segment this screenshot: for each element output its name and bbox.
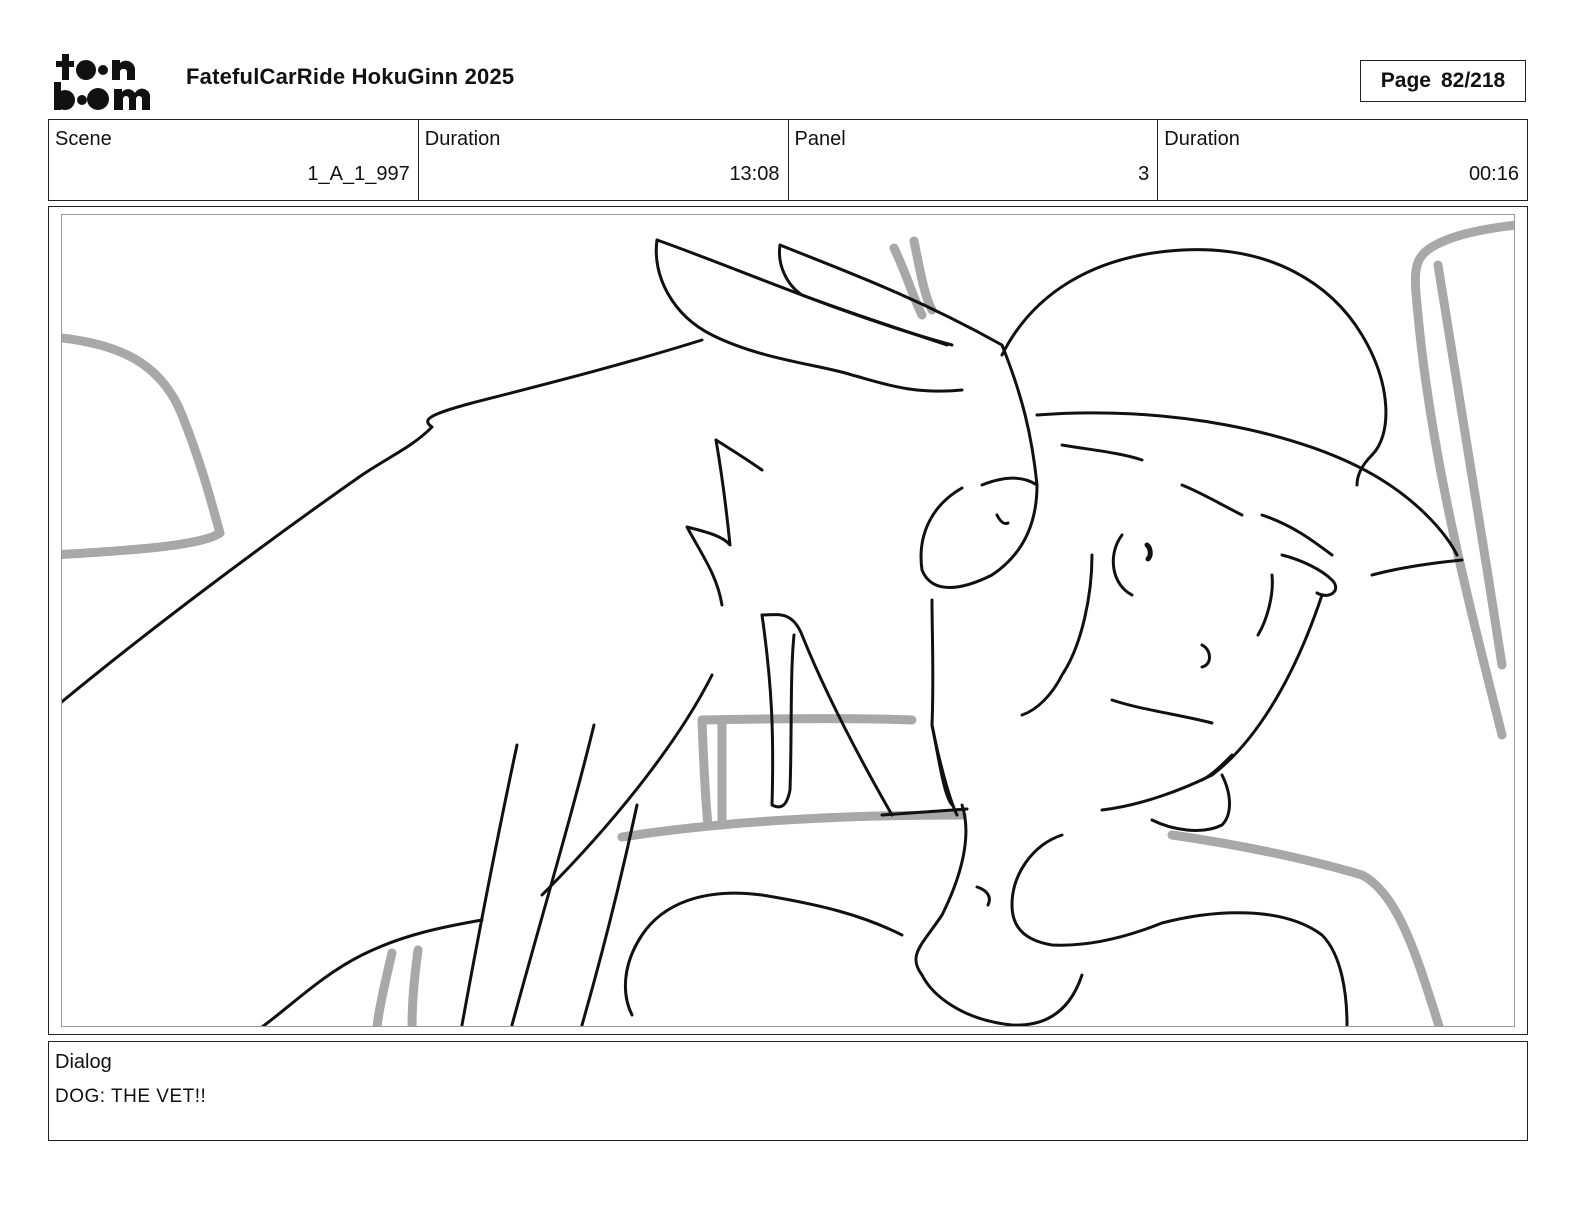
storyboard-panel — [48, 206, 1528, 1035]
panel-duration-cell: Duration 00:16 — [1158, 120, 1527, 200]
toonboom-logo — [52, 52, 164, 112]
dialog-label: Dialog — [55, 1051, 112, 1073]
scene-value: 1_A_1_997 — [307, 163, 410, 185]
page-number: 82/218 — [1440, 69, 1506, 92]
scene-label: Scene — [55, 128, 112, 150]
panel-label: Panel — [794, 128, 846, 150]
project-title: FatefulCarRide HokuGinn 2025 — [186, 64, 515, 89]
scene-duration-value: 13:08 — [729, 163, 780, 185]
dialog-box: Dialog DOG: THE VET!! — [48, 1041, 1528, 1141]
panel-value: 3 — [1138, 163, 1150, 185]
scene-cell: Scene 1_A_1_997 — [49, 120, 419, 200]
scene-duration-label: Duration — [424, 128, 501, 150]
dialog-text: DOG: THE VET!! — [55, 1086, 207, 1107]
storyboard-sketch — [62, 220, 1514, 1026]
characters-sketch — [62, 238, 1464, 1026]
page-indicator: Page 82/218 — [1360, 60, 1526, 102]
panel-drawing-area — [61, 214, 1515, 1027]
panel-duration-value: 00:16 — [1468, 163, 1519, 185]
car-interior-sketch — [62, 220, 1514, 1026]
metadata-row: Scene 1_A_1_997 Duration 13:08 Panel 3 D… — [48, 119, 1528, 201]
page-label: Page — [1380, 69, 1431, 92]
panel-duration-label: Duration — [1164, 128, 1240, 150]
panel-cell: Panel 3 — [789, 120, 1159, 200]
scene-duration-cell: Duration 13:08 — [419, 120, 789, 200]
